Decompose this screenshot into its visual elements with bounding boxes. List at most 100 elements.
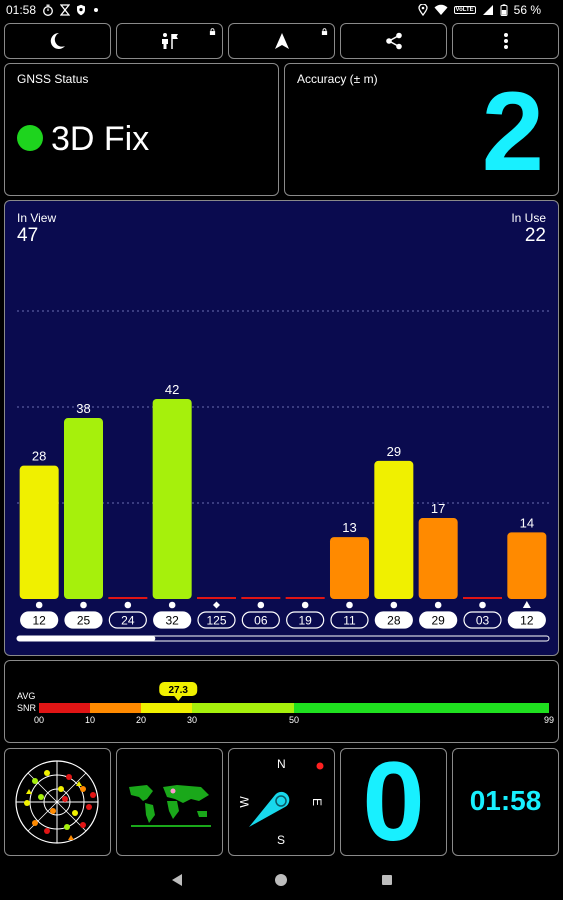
snr-tick-label: 10 bbox=[85, 715, 95, 725]
signal-value-label: 17 bbox=[431, 501, 445, 516]
fix-status-text: 3D Fix bbox=[51, 120, 150, 158]
constellation-marker bbox=[522, 601, 531, 608]
constellation-marker bbox=[390, 601, 398, 609]
avg-value-label: 27.3 bbox=[168, 685, 188, 696]
more-menu-button[interactable] bbox=[452, 23, 559, 59]
compass-east-label: E bbox=[310, 797, 325, 807]
gnss-status-label: GNSS Status bbox=[17, 72, 89, 86]
gps-time-value: 01:58 bbox=[469, 785, 542, 816]
prn-label: 125 bbox=[206, 614, 226, 628]
accuracy-panel[interactable]: Accuracy (± m) 2 bbox=[284, 63, 559, 196]
prn-label: 12 bbox=[520, 614, 534, 628]
snr-tick-label: 00 bbox=[34, 715, 44, 725]
signal-value-label: 38 bbox=[76, 401, 90, 416]
satellite-signal-panel[interactable]: In View 47 In Use 22 28 12 38 25 24 42 32 125 06… bbox=[4, 200, 559, 656]
recents-icon[interactable] bbox=[380, 873, 394, 887]
status-time: 01:58 bbox=[6, 3, 37, 17]
compass-west-label: W bbox=[237, 796, 252, 808]
sky-plot-icon bbox=[15, 760, 99, 844]
wifi-icon bbox=[434, 4, 448, 15]
snr-scale: AVG SNR 00 10 20 30 50 99 27.3 bbox=[17, 682, 554, 725]
constellation-marker bbox=[434, 601, 442, 609]
snr-segment bbox=[294, 703, 549, 713]
prn-label: 19 bbox=[298, 614, 312, 628]
toolbar bbox=[4, 23, 559, 59]
compass-south-label: S bbox=[277, 833, 286, 847]
flag-person-icon bbox=[161, 33, 178, 49]
sky-plot-tile[interactable] bbox=[4, 748, 111, 856]
signal-bar bbox=[285, 597, 325, 599]
volte-badge: VoLTE bbox=[453, 6, 476, 14]
compass-north-label: N bbox=[277, 757, 286, 771]
lock-icon bbox=[321, 28, 328, 35]
fix-indicator-dot bbox=[17, 125, 43, 151]
signal-bar bbox=[196, 597, 237, 599]
prn-label: 28 bbox=[387, 614, 401, 628]
snr-label: SNR bbox=[17, 703, 37, 713]
signal-icon bbox=[482, 5, 493, 15]
constellation-marker bbox=[168, 601, 176, 609]
signal-bar bbox=[241, 597, 281, 599]
home-icon[interactable] bbox=[274, 873, 288, 887]
signal-value-label: 29 bbox=[387, 444, 401, 459]
signal-bar bbox=[329, 537, 370, 599]
lock-icon bbox=[209, 28, 216, 35]
prn-label: 25 bbox=[77, 614, 91, 628]
scroll-thumb bbox=[17, 636, 156, 641]
snr-segment bbox=[90, 703, 141, 713]
constellation-marker bbox=[35, 601, 43, 609]
dot-icon bbox=[94, 8, 99, 12]
mark-location-button[interactable] bbox=[116, 23, 223, 59]
stopwatch-icon bbox=[43, 4, 53, 16]
prn-label: 12 bbox=[32, 614, 46, 628]
constellation-marker bbox=[301, 601, 309, 609]
back-icon[interactable] bbox=[170, 873, 184, 887]
constellation-marker bbox=[80, 601, 87, 609]
accuracy-value: 2 bbox=[481, 69, 544, 194]
prn-label: 24 bbox=[121, 614, 135, 628]
compass-tile[interactable]: N E S W bbox=[228, 748, 335, 856]
prn-label: 29 bbox=[431, 614, 445, 628]
prn-label: 32 bbox=[165, 614, 179, 628]
signal-bar bbox=[152, 399, 192, 599]
constellation-marker bbox=[346, 601, 353, 609]
constellation-marker bbox=[479, 601, 486, 609]
moon-icon bbox=[50, 32, 65, 49]
night-mode-button[interactable] bbox=[4, 23, 111, 59]
status-bar: 01:58 VoLTE 56 % bbox=[0, 0, 563, 20]
avg-marker-pointer bbox=[174, 696, 183, 701]
snr-panel[interactable]: AVG SNR 00 10 20 30 50 99 27.3 bbox=[4, 660, 559, 743]
navigation-button[interactable] bbox=[228, 23, 335, 59]
snr-segment bbox=[192, 703, 294, 713]
snr-segment bbox=[141, 703, 192, 713]
signal-bar bbox=[418, 518, 458, 599]
signal-value-label: 13 bbox=[342, 520, 356, 535]
hourglass-icon bbox=[60, 4, 71, 16]
speed-tile[interactable]: 0 bbox=[340, 743, 447, 860]
snr-tick-label: 20 bbox=[136, 715, 146, 725]
constellation-marker bbox=[213, 601, 220, 609]
battery-percent: 56 % bbox=[513, 3, 541, 17]
snr-tick-label: 50 bbox=[289, 715, 299, 725]
world-map-icon bbox=[127, 783, 213, 827]
signal-value-label: 28 bbox=[32, 449, 46, 464]
navigation-arrow-icon bbox=[274, 33, 289, 49]
signal-value-label: 14 bbox=[520, 515, 534, 530]
constellation-marker bbox=[124, 601, 132, 609]
snr-tick-label: 99 bbox=[544, 715, 554, 725]
battery-icon bbox=[500, 4, 508, 16]
signal-bar bbox=[19, 465, 59, 599]
snr-tick-label: 30 bbox=[187, 715, 197, 725]
speed-value: 0 bbox=[362, 739, 425, 864]
signal-bar bbox=[63, 418, 104, 599]
signal-bar bbox=[507, 532, 547, 599]
clock-tile[interactable]: 01:58 bbox=[452, 748, 559, 856]
gnss-status-panel[interactable]: GNSS Status 3D Fix bbox=[4, 63, 279, 196]
prn-label: 03 bbox=[476, 614, 490, 628]
share-button[interactable] bbox=[340, 23, 447, 59]
avg-label: AVG bbox=[17, 691, 35, 701]
prn-label: 06 bbox=[254, 614, 268, 628]
constellation-marker bbox=[257, 601, 265, 609]
world-map-tile[interactable] bbox=[116, 748, 223, 856]
signal-bar bbox=[462, 597, 503, 599]
